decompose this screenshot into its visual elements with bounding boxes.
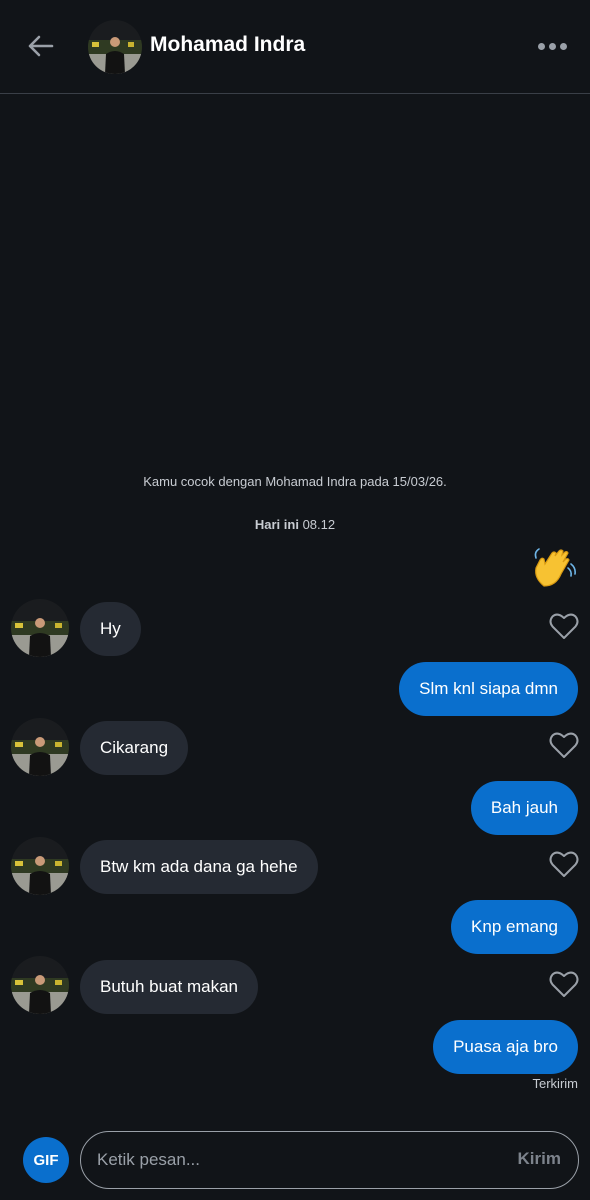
heart-icon[interactable]: [549, 612, 579, 640]
message-input[interactable]: [97, 1132, 497, 1187]
chat-header: Mohamad Indra: [0, 0, 590, 94]
send-button[interactable]: Kirim: [518, 1149, 561, 1169]
delivery-status: Terkirim: [532, 1076, 579, 1091]
contact-name[interactable]: Mohamad Indra: [150, 33, 305, 57]
outgoing-message[interactable]: Puasa aja bro: [433, 1020, 578, 1074]
sender-avatar[interactable]: [11, 837, 69, 895]
incoming-message[interactable]: Btw km ada dana ga hehe: [80, 840, 318, 894]
heart-icon[interactable]: [549, 731, 579, 759]
incoming-message[interactable]: Butuh buat makan: [80, 960, 258, 1014]
chat-screen: Mohamad Indra Kamu cocok dengan Mohamad …: [0, 0, 590, 1200]
contact-avatar[interactable]: [88, 20, 142, 74]
message-composer: Kirim: [80, 1131, 579, 1189]
sender-avatar[interactable]: [11, 718, 69, 776]
more-options-icon[interactable]: [534, 34, 570, 58]
incoming-message[interactable]: Cikarang: [80, 721, 189, 775]
wave-emoji-icon: [530, 546, 576, 592]
outgoing-message[interactable]: Slm knl siapa dmn: [399, 662, 578, 716]
date-separator: Hari ini 08.12: [0, 517, 590, 532]
gif-button[interactable]: GIF: [23, 1137, 69, 1183]
incoming-message[interactable]: Hy: [80, 602, 141, 656]
sender-avatar[interactable]: [11, 956, 69, 1014]
outgoing-message[interactable]: Knp emang: [451, 900, 578, 954]
back-arrow-icon[interactable]: [22, 30, 58, 62]
match-info-text: Kamu cocok dengan Mohamad Indra pada 15/…: [143, 474, 447, 489]
day-label: Hari ini: [254, 517, 299, 532]
day-time: 08.12: [302, 517, 336, 532]
sender-avatar[interactable]: [11, 599, 69, 657]
heart-icon[interactable]: [549, 850, 579, 878]
heart-icon[interactable]: [549, 970, 579, 998]
outgoing-message[interactable]: Bah jauh: [470, 781, 578, 835]
